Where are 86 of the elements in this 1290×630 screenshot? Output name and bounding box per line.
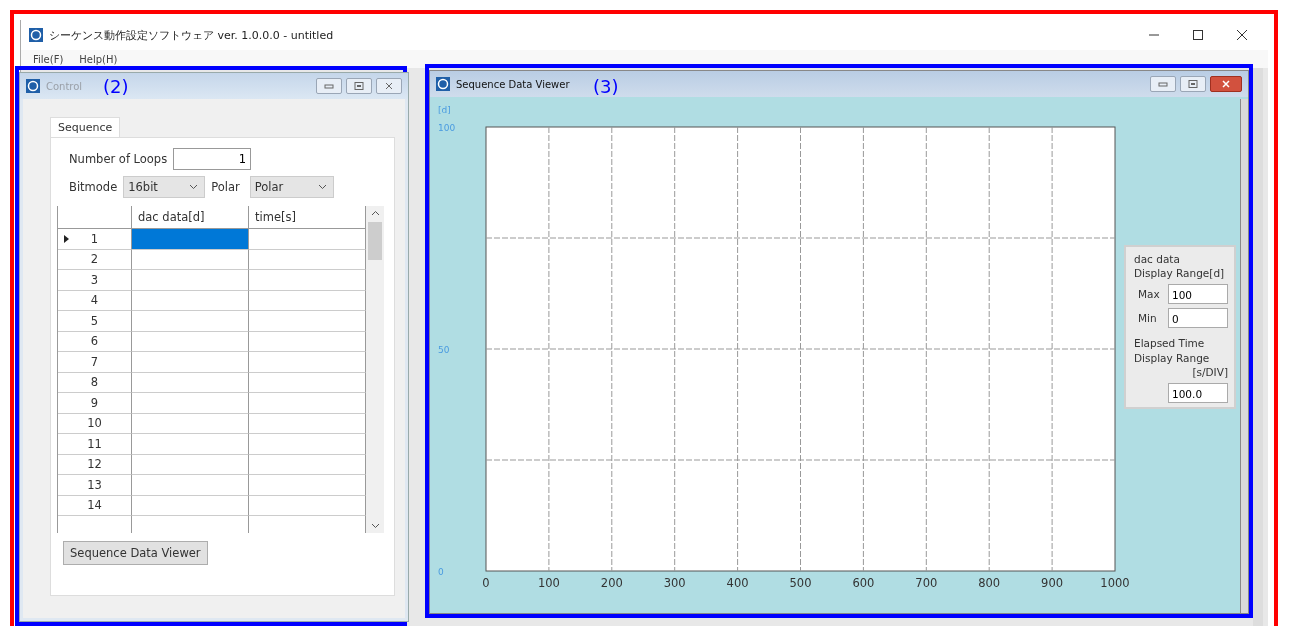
table-cell[interactable] — [132, 393, 249, 414]
table-cell[interactable] — [132, 434, 249, 455]
field-label: Polar — [211, 180, 240, 194]
table-cell[interactable] — [132, 495, 249, 516]
close-icon — [1221, 80, 1231, 88]
x-tick-label: 1000 — [1100, 576, 1130, 590]
panel-heading: Elapsed Time Display Range [s/DIV] — [1134, 336, 1228, 379]
minimize-icon — [1158, 80, 1168, 88]
scrollbar[interactable] — [1253, 68, 1263, 626]
table-cell[interactable] — [132, 475, 249, 496]
table-cell[interactable] — [132, 290, 249, 311]
restore-button[interactable] — [1180, 76, 1206, 92]
row-header: 12 — [58, 454, 132, 475]
y-tick-label: 0 — [438, 567, 444, 577]
table-cell[interactable] — [132, 413, 249, 434]
field-label: Bitmode — [69, 180, 118, 194]
window-title: Control — [46, 80, 83, 92]
x-tick-label: 800 — [978, 576, 1001, 590]
x-tick-label: 200 — [600, 576, 623, 590]
scroll-down-icon[interactable] — [370, 523, 380, 529]
x-tick-label: 700 — [915, 576, 938, 590]
minimize-icon — [324, 82, 334, 90]
field-label: Max — [1138, 288, 1161, 301]
scroll-up-icon[interactable] — [370, 210, 380, 216]
x-tick-label: 400 — [726, 576, 749, 590]
annotation-label: (2) — [103, 76, 129, 97]
field-label: Min — [1138, 312, 1158, 325]
caret-icon — [189, 184, 199, 190]
polar-dropdown[interactable]: Polar — [249, 176, 334, 198]
x-tick-label: 100 — [537, 576, 560, 590]
minimize-button[interactable] — [1150, 76, 1176, 92]
tab[interactable]: Sequence — [50, 117, 121, 137]
row-header: 6 — [58, 331, 132, 352]
table-cell[interactable] — [132, 454, 249, 475]
app-icon — [29, 28, 43, 42]
table-cell[interactable] — [132, 352, 249, 373]
row-header: 13 — [58, 475, 132, 496]
x-tick-label: 500 — [789, 576, 812, 590]
restore-icon — [354, 82, 364, 90]
row-header: 4 — [58, 290, 132, 311]
table-cell[interactable] — [132, 331, 249, 352]
app-icon — [26, 79, 40, 93]
table-cell[interactable] — [132, 249, 249, 270]
table-cell[interactable] — [132, 229, 249, 250]
window-title: Sequence Data Viewer — [456, 78, 570, 90]
scroll-thumb[interactable] — [368, 222, 382, 260]
menu-item[interactable]: File(F) — [33, 53, 64, 65]
app-icon — [436, 77, 450, 91]
y-tick-label: 50 — [438, 345, 450, 355]
field-label: Number of Loops — [69, 152, 168, 166]
row-header: 3 — [58, 270, 132, 291]
y-tick-label: 100 — [438, 123, 456, 133]
x-tick-label: 0 — [482, 576, 490, 590]
annotation-label: (3) — [593, 76, 619, 97]
restore-icon — [1188, 80, 1198, 88]
panel-heading: dac data Display Range[d] — [1134, 252, 1226, 281]
x-tick-label: 600 — [852, 576, 875, 590]
table-cell[interactable] — [132, 311, 249, 332]
min-field[interactable]: 0 — [1168, 308, 1228, 329]
row-header: 11 — [58, 434, 132, 455]
close-button[interactable] — [1210, 76, 1242, 92]
x-tick-label: 900 — [1041, 576, 1064, 590]
scrollbar[interactable] — [1240, 99, 1248, 613]
window-title: シーケンス動作設定ソフトウェア ver. 1.0.0.0 - untitled — [49, 27, 334, 43]
caret-icon — [317, 184, 327, 190]
row-header: 10 — [58, 413, 132, 434]
row-header: 5 — [58, 311, 132, 332]
loops-field[interactable]: 1 — [173, 148, 252, 170]
row-header: 7 — [58, 352, 132, 373]
scrollbar[interactable] — [366, 206, 384, 533]
close-icon[interactable] — [1236, 29, 1248, 41]
axis-label: [d] — [438, 105, 451, 115]
table-cell[interactable] — [132, 270, 249, 291]
sequence-data-viewer-button[interactable]: Sequence Data Viewer — [63, 541, 208, 565]
row-header: 14 — [58, 495, 132, 516]
table-cell[interactable] — [132, 372, 249, 393]
x-tick-label: 300 — [663, 576, 686, 590]
maximize-icon[interactable] — [1192, 29, 1204, 41]
row-header: 9 — [58, 393, 132, 414]
menu-item[interactable]: Help(H) — [79, 53, 118, 65]
max-field[interactable]: 100 — [1168, 284, 1228, 305]
bitmode-dropdown[interactable]: 16bit — [123, 176, 206, 198]
close-icon — [384, 82, 394, 90]
row-header: 8 — [58, 372, 132, 393]
row-header: 2 — [58, 249, 132, 270]
time-range-field[interactable]: 100.0 — [1168, 382, 1228, 403]
